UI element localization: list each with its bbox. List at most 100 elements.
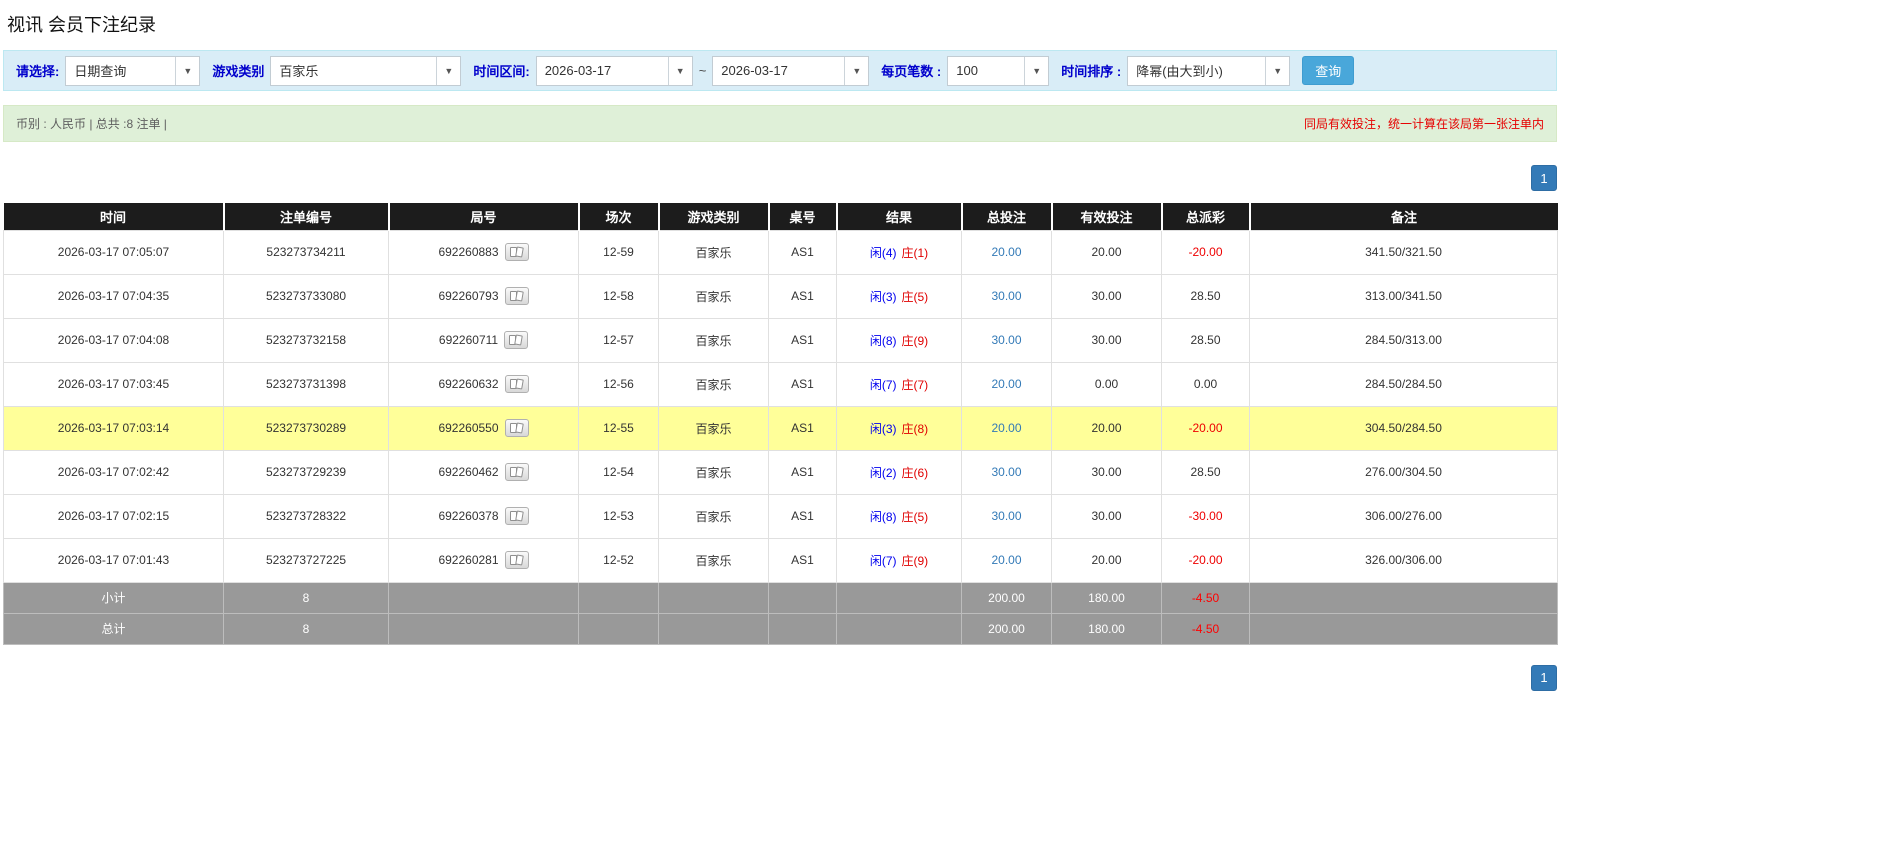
grand-total-row: 总计 8 200.00 180.00 -4.50: [3, 612, 1558, 645]
chevron-down-icon[interactable]: ▼: [1265, 56, 1290, 85]
round-number: 692260550: [438, 421, 499, 435]
round-number: 692260711: [438, 333, 499, 347]
cell-payout: -30.00: [1161, 493, 1250, 539]
view-cards-icon[interactable]: [504, 287, 529, 305]
cell-note: 306.00/276.00: [1249, 493, 1558, 539]
cell-bet-id: 523273730289: [223, 405, 389, 451]
view-cards-icon[interactable]: [504, 551, 529, 569]
cell-total-bet: 30.00: [961, 273, 1052, 319]
total-bet-link[interactable]: 30.00: [991, 509, 1021, 523]
view-cards-icon[interactable]: [504, 507, 529, 525]
total-bet-link[interactable]: 30.00: [991, 333, 1021, 347]
cell-bet-id: 523273728322: [223, 493, 389, 539]
result-player: 闲(2): [869, 465, 897, 480]
search-button[interactable]: 查询: [1302, 56, 1355, 85]
result-player: 闲(8): [869, 333, 897, 348]
table-row: 2026-03-17 07:05:07 523273734211 6922608…: [3, 229, 1558, 275]
game-type-value: 百家乐: [279, 64, 319, 79]
empty-cell: [836, 581, 962, 614]
date-separator: ~: [698, 63, 707, 78]
table-row: 2026-03-17 07:04:08 523273732158 6922607…: [3, 317, 1558, 363]
cell-note: 276.00/304.50: [1249, 449, 1558, 495]
cell-time: 2026-03-17 07:04:08: [3, 317, 224, 363]
sort-order-label: 时间排序 :: [1061, 64, 1122, 79]
page-button-1[interactable]: 1: [1531, 664, 1557, 691]
result-player: 闲(7): [869, 377, 897, 392]
view-cards-icon[interactable]: [504, 375, 529, 393]
cell-game-type: 百家乐: [658, 273, 769, 319]
total-bet-link[interactable]: 20.00: [991, 245, 1021, 259]
cell-bet-id: 523273729239: [223, 449, 389, 495]
view-cards-icon[interactable]: [504, 243, 529, 261]
total-bet-link[interactable]: 30.00: [991, 289, 1021, 303]
result-player: 闲(3): [869, 421, 897, 436]
result-banker: 庄(9): [901, 333, 929, 348]
cell-payout: -20.00: [1161, 405, 1250, 451]
view-cards-icon[interactable]: [504, 419, 529, 437]
cell-round: 692260632: [388, 361, 579, 407]
page-size-value: 100: [956, 63, 978, 78]
view-cards-icon[interactable]: [504, 463, 529, 481]
empty-cell: [578, 581, 659, 614]
summary-bar: 币别 : 人民币 | 总共 :8 注单 | 同局有效投注，统一计算在该局第一张注…: [3, 105, 1557, 142]
table-header-row: 时间 注单编号 局号 场次 游戏类别 桌号 结果 总投注 有效投注 总派彩 备注: [3, 203, 1558, 230]
round-number: 692260462: [438, 465, 499, 479]
table-row: 2026-03-17 07:02:15 523273728322 6922603…: [3, 493, 1558, 539]
column-header: 备注: [1248, 203, 1558, 230]
chevron-down-icon[interactable]: ▼: [436, 56, 461, 85]
empty-cell: [1249, 581, 1558, 614]
cell-round: 692260793: [388, 273, 579, 319]
cell-note: 304.50/284.50: [1249, 405, 1558, 451]
date-from-picker[interactable]: 2026-03-17 ▼: [535, 55, 693, 86]
cell-result: 闲(8) 庄(5): [836, 493, 962, 539]
cell-total-bet: 20.00: [961, 361, 1052, 407]
subtotal-row: 小计 8 200.00 180.00 -4.50: [3, 581, 1558, 614]
cell-valid-bet: 30.00: [1051, 493, 1162, 539]
cell-note: 284.50/284.50: [1249, 361, 1558, 407]
total-bet-link[interactable]: 30.00: [991, 465, 1021, 479]
empty-cell: [658, 612, 769, 645]
result-banker: 庄(6): [901, 465, 929, 480]
total-bet-link[interactable]: 20.00: [991, 421, 1021, 435]
cell-note: 284.50/313.00: [1249, 317, 1558, 363]
cell-total-bet: 20.00: [961, 537, 1052, 583]
result-player: 闲(4): [869, 245, 897, 260]
cell-bet-id: 523273733080: [223, 273, 389, 319]
round-number: 692260883: [438, 245, 499, 259]
view-cards-icon[interactable]: [504, 331, 529, 349]
page-button-1[interactable]: 1: [1531, 165, 1557, 191]
cell-round: 692260883: [388, 229, 579, 275]
game-type-label: 游戏类别: [212, 64, 265, 79]
chevron-down-icon[interactable]: ▼: [844, 56, 869, 85]
column-header: 注单编号: [222, 203, 389, 230]
cell-session: 12-52: [578, 537, 659, 583]
chevron-down-icon[interactable]: ▼: [667, 56, 692, 85]
column-header: 时间: [3, 203, 224, 230]
chevron-down-icon[interactable]: ▼: [1024, 56, 1049, 85]
total-bet-link[interactable]: 20.00: [991, 377, 1021, 391]
table-row: 2026-03-17 07:03:14 523273730289 6922605…: [3, 405, 1558, 451]
cell-total-bet: 30.00: [961, 317, 1052, 363]
game-type-select[interactable]: 百家乐 ▼: [270, 55, 462, 86]
cell-time: 2026-03-17 07:05:07: [3, 229, 224, 275]
cell-payout: 0.00: [1161, 361, 1250, 407]
cell-session: 12-59: [578, 229, 659, 275]
query-type-select[interactable]: 日期查询 ▼: [65, 55, 201, 86]
round-number: 692260793: [438, 289, 499, 303]
date-to-picker[interactable]: 2026-03-17 ▼: [712, 55, 870, 86]
cell-game-type: 百家乐: [658, 537, 769, 583]
total-bet-link[interactable]: 20.00: [991, 553, 1021, 567]
page-size-select[interactable]: 100 ▼: [947, 55, 1050, 86]
cell-session: 12-56: [578, 361, 659, 407]
sort-order-select[interactable]: 降幂(由大到小) ▼: [1127, 55, 1291, 86]
round-number: 692260378: [438, 509, 499, 523]
cell-round: 692260378: [388, 493, 579, 539]
cell-time: 2026-03-17 07:01:43: [3, 537, 224, 583]
column-header: 游戏类别: [657, 203, 769, 230]
cell-bet-id: 523273731398: [223, 361, 389, 407]
chevron-down-icon[interactable]: ▼: [175, 56, 200, 85]
cell-table-number: AS1: [768, 229, 837, 275]
round-number: 692260632: [438, 377, 499, 391]
page-size-label: 每页笔数 :: [881, 64, 942, 79]
cell-session: 12-55: [578, 405, 659, 451]
